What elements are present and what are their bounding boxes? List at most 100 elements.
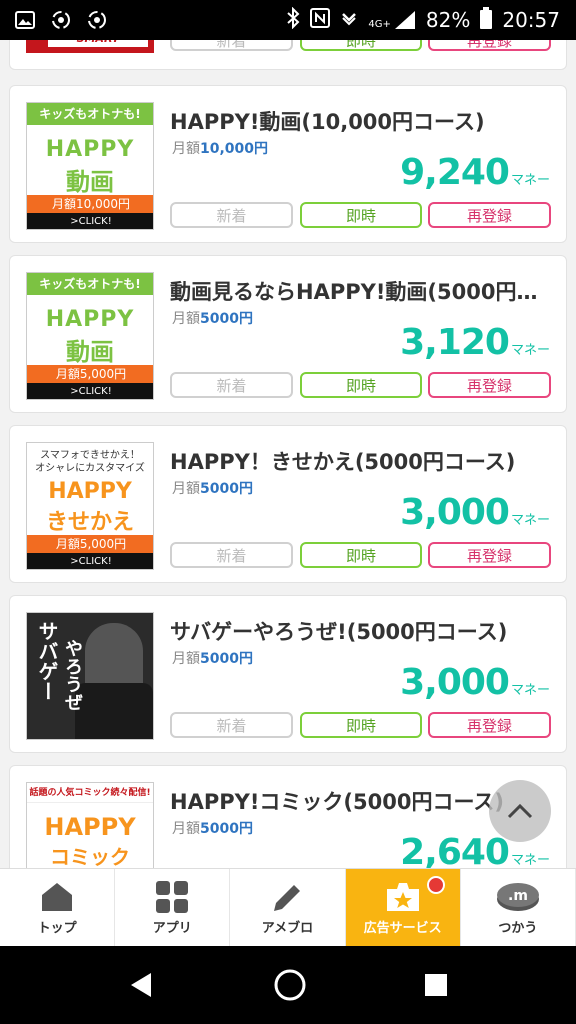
bluetooth-icon	[286, 6, 300, 34]
monthly-label: 月額	[172, 141, 200, 157]
monthly-amount: 5000円	[200, 481, 253, 497]
thumb-click: >CLICK!	[27, 553, 153, 569]
svg-text:.m: .m	[508, 888, 528, 904]
money-coin-icon: .m	[496, 882, 539, 911]
reward-unit: マネー	[510, 853, 550, 868]
offer-thumbnail: 話題の人気コミック続々配信! HAPPY コミック	[26, 782, 154, 868]
offer-thumbnail: スマフォできせかえ！ オシャレにカスタマイズ HAPPY きせかえ 月額5,00…	[26, 442, 154, 570]
clock: 20:57	[502, 8, 560, 32]
reward-amount: 3,000	[400, 492, 510, 533]
reregister-button[interactable]: 再登録	[428, 712, 551, 738]
new-button[interactable]: 新着	[170, 202, 293, 228]
monthly-label: 月額	[172, 481, 200, 497]
new-button[interactable]: 新着	[170, 372, 293, 398]
thumb-logo: HAPPY	[45, 137, 135, 162]
tab-use[interactable]: .m つかう	[461, 869, 576, 947]
thumb-logo-sub: やろうぜ	[62, 639, 83, 711]
new-button[interactable]: 新着	[170, 712, 293, 738]
recents-icon[interactable]	[423, 972, 449, 998]
offer-thumbnail: キッズもオトナも! HAPPY 動画 月額5,000円 >CLICK!	[26, 272, 154, 400]
tab-label: 広告サービス	[363, 920, 442, 936]
instant-button[interactable]: 即時	[300, 542, 422, 568]
offer-card[interactable]: スマフォできせかえ！ オシャレにカスタマイズ HAPPY きせかえ 月額5,00…	[9, 425, 567, 583]
thumb-logo: サバゲー	[35, 621, 59, 701]
thumb-logo-sub: 動画	[66, 168, 114, 196]
tab-label: つかう	[498, 920, 538, 936]
offer-title[interactable]: 動画見るならHAPPY!動画(5000円コース)	[170, 276, 555, 306]
monthly-label: 月額	[172, 821, 200, 837]
monthly-amount: 5000円	[200, 651, 253, 667]
photo-body	[75, 683, 153, 739]
monthly-label: 月額	[172, 651, 200, 667]
monthly-amount: 10,000円	[200, 141, 269, 157]
tab-label: アプリ	[152, 920, 192, 936]
offer-title[interactable]: HAPPY！きせかえ(5000円コース)	[170, 446, 555, 476]
thumb-price: 月額5,000円	[27, 365, 153, 383]
offer-card-partial[interactable]: SMART 新着 即時 再登録	[9, 40, 567, 70]
instant-button[interactable]: 即時	[300, 712, 422, 738]
thumb-click: >CLICK!	[27, 213, 153, 229]
star-box-icon	[386, 882, 419, 911]
offer-title[interactable]: HAPPY!動画(10,000円コース)	[170, 106, 555, 136]
reward-unit: マネー	[510, 683, 550, 698]
reregister-button[interactable]: 再登録	[428, 202, 551, 228]
reward-amount: 2,640	[400, 832, 510, 868]
offer-card[interactable]: 話題の人気コミック続々配信! HAPPY コミック HAPPY!コミック(500…	[9, 765, 567, 868]
reregister-button[interactable]: 再登録	[428, 542, 551, 568]
nfc-icon	[310, 7, 331, 33]
thumb-price: 月額5,000円	[27, 535, 153, 553]
reregister-button[interactable]: 再登録	[428, 372, 551, 398]
monthly-amount: 5000円	[200, 311, 253, 327]
monthly-fee: 月額5000円	[172, 818, 253, 838]
system-nav-bar	[0, 946, 576, 1024]
tab-ad-service[interactable]: 広告サービス	[345, 869, 461, 947]
bottom-tab-bar: トップ アプリ アメブロ 広告サービス .m つかう	[0, 868, 576, 947]
tab-apps[interactable]: アプリ	[115, 869, 231, 947]
thumb-banner: キッズもオトナも!	[27, 273, 153, 295]
reward-price: 3,000 マネー	[400, 492, 550, 533]
thumb-logo-sub: きせかえ	[45, 510, 134, 535]
thumb-price: 月額10,000円	[27, 195, 153, 213]
instant-button[interactable]: 即時	[300, 202, 422, 228]
reward-price: 9,240 マネー	[400, 152, 550, 193]
new-button[interactable]: 新着	[170, 542, 293, 568]
instant-button[interactable]: 即時	[300, 372, 422, 398]
offer-card[interactable]: サバゲー やろうぜ サバゲーやろうぜ!(5000円コース) 月額5000円 3,…	[9, 595, 567, 753]
offer-thumbnail: キッズもオトナも! HAPPY 動画 月額10,000円 >CLICK!	[26, 102, 154, 230]
tab-ameblo[interactable]: アメブロ	[230, 869, 346, 947]
reward-unit: マネー	[510, 173, 550, 188]
thumb-banner-2: オシャレにカスタマイズ	[35, 463, 145, 474]
offer-thumbnail: サバゲー やろうぜ	[26, 612, 154, 740]
network-type: 4G+	[368, 19, 391, 30]
monthly-fee: 月額5000円	[172, 308, 253, 328]
monthly-fee: 月額5000円	[172, 648, 253, 668]
thumb-banner: キッズもオトナも!	[27, 103, 153, 125]
tab-top[interactable]: トップ	[0, 869, 116, 947]
offer-card[interactable]: キッズもオトナも! HAPPY 動画 月額5,000円 >CLICK! 動画見る…	[9, 255, 567, 413]
reregister-button[interactable]: 再登録	[428, 40, 551, 51]
new-button[interactable]: 新着	[170, 40, 293, 51]
monthly-amount: 5000円	[200, 821, 253, 837]
chevron-up-icon	[507, 803, 533, 819]
signal-icon: 4G+	[368, 10, 416, 30]
gallery-notification-icon	[14, 9, 36, 31]
offer-card[interactable]: キッズもオトナも! HAPPY 動画 月額10,000円 >CLICK! HAP…	[9, 85, 567, 243]
back-icon[interactable]	[127, 970, 157, 1000]
offer-title[interactable]: サバゲーやろうぜ!(5000円コース)	[170, 616, 555, 646]
monthly-label: 月額	[172, 311, 200, 327]
scroll-to-top-button[interactable]	[489, 780, 551, 842]
reward-price: 3,000 マネー	[400, 662, 550, 703]
battery-icon	[480, 6, 493, 34]
sync-notification-icon-2	[86, 9, 108, 31]
thumb-click: >CLICK!	[27, 383, 153, 399]
sync-notification-icon	[50, 9, 72, 31]
instant-button[interactable]: 即時	[300, 40, 422, 51]
offer-thumbnail: SMART	[26, 40, 154, 53]
thumb-logo: HAPPY	[44, 813, 136, 841]
thumb-logo-sub: 動画	[66, 338, 114, 366]
reward-unit: マネー	[510, 513, 550, 528]
home-circle-icon[interactable]	[272, 967, 308, 1003]
offer-list[interactable]: SMART 新着 即時 再登録 キッズもオトナも! HAPPY 動画 月額10,…	[0, 40, 576, 868]
thumb-logo: HAPPY	[48, 479, 132, 504]
reward-amount: 3,120	[400, 322, 510, 363]
